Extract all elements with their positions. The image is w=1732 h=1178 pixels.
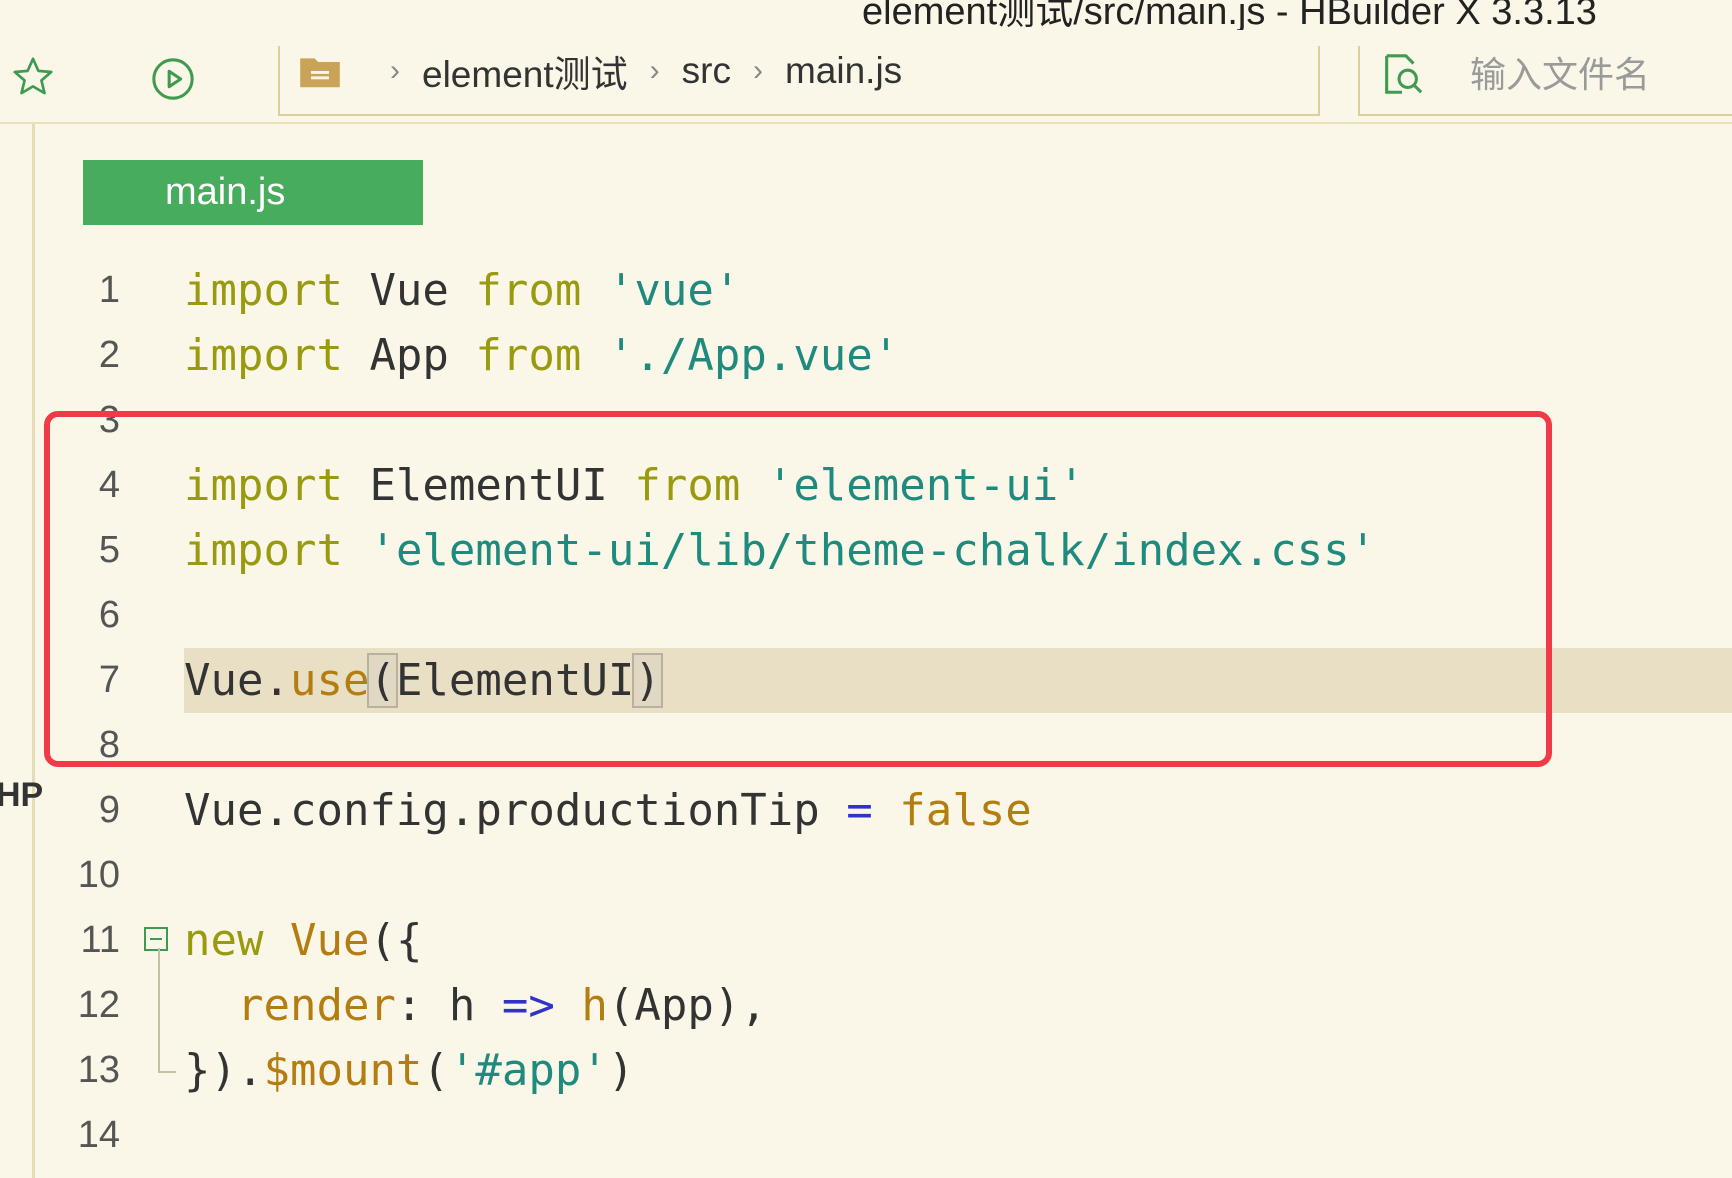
chevron-right-icon: ›: [390, 54, 400, 87]
title-bar: element测试/src/main.js - HBuilder X 3.3.1…: [0, 0, 1732, 30]
tab-label: main.js: [165, 171, 286, 213]
code-line: 1 import Vue from 'vue': [0, 258, 1732, 323]
code-text: Vue.config.productionTip = false: [184, 785, 1032, 836]
code-line: 14: [0, 1103, 1732, 1168]
folder-icon[interactable]: [298, 53, 342, 89]
line-number: 1: [98, 269, 120, 311]
code-text: new Vue({: [184, 915, 423, 966]
code-text: }).$mount('#app'): [184, 1045, 635, 1096]
chevron-right-icon: ›: [649, 54, 660, 87]
tab-main-js[interactable]: main.js: [83, 160, 423, 225]
breadcrumb-item-file[interactable]: main.js: [785, 50, 902, 92]
code-text: render: h => h(App),: [236, 980, 767, 1031]
breadcrumb: › element测试 › src › main.js: [278, 46, 1320, 116]
code-text: import App from './App.vue': [184, 330, 900, 381]
line-number: 2: [98, 334, 120, 376]
code-line: 11 new Vue({: [0, 908, 1732, 973]
code-line: 12 render: h => h(App),: [0, 973, 1732, 1038]
line-number: 13: [77, 1049, 120, 1091]
breadcrumb-item-src[interactable]: src: [682, 50, 731, 92]
run-icon[interactable]: [150, 56, 196, 102]
line-number: 11: [80, 919, 120, 961]
fold-guide: [158, 1071, 176, 1073]
highlight-box: [44, 411, 1552, 767]
fold-guide: [158, 948, 160, 1073]
code-line: 13 }).$mount('#app'): [0, 1038, 1732, 1103]
chevron-right-icon: ›: [752, 54, 763, 87]
code-line: 10: [0, 843, 1732, 908]
breadcrumb-item-project[interactable]: element测试: [422, 44, 628, 98]
code-line: 9 Vue.config.productionTip = false: [0, 778, 1732, 843]
toolbar: › element测试 › src › main.js: [0, 30, 1732, 124]
file-search-input[interactable]: [1468, 52, 1732, 98]
line-number: 9: [98, 789, 120, 831]
window-title: element测试/src/main.js - HBuilder X 3.3.1…: [862, 0, 1597, 30]
code-line: 2 import App from './App.vue': [0, 323, 1732, 388]
file-search: [1358, 46, 1732, 116]
code-text: import Vue from 'vue': [184, 265, 741, 316]
line-number: 14: [77, 1114, 120, 1156]
star-icon[interactable]: [10, 54, 56, 100]
fold-toggle-icon[interactable]: [144, 927, 168, 951]
line-number: 12: [77, 984, 120, 1026]
line-number: 10: [77, 854, 120, 896]
file-search-icon[interactable]: [1378, 52, 1426, 98]
